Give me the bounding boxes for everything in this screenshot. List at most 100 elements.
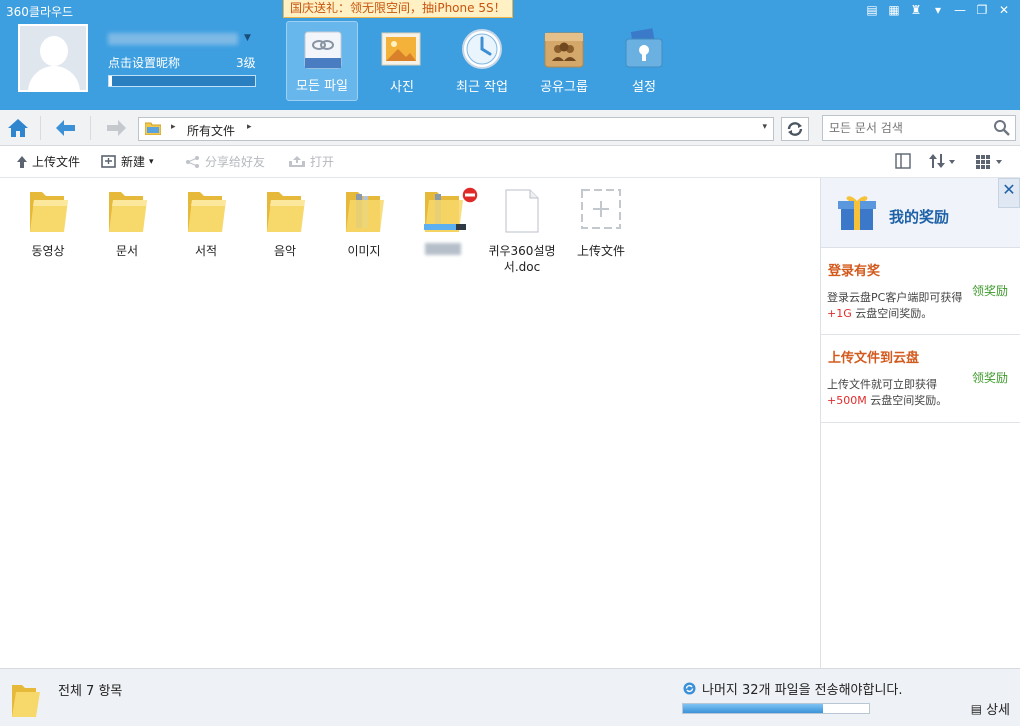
folder-icon bbox=[30, 192, 68, 232]
home-button[interactable] bbox=[0, 111, 36, 144]
breadcrumb[interactable]: 所有文件 bbox=[187, 122, 235, 139]
sync-icon bbox=[683, 682, 696, 695]
panel-layout-icon bbox=[895, 153, 911, 169]
back-arrow-icon bbox=[56, 120, 75, 136]
file-grid: 동영상 문서 서적 음악 이미지 퀴우360설명서.doc 上传文件 bbox=[0, 178, 820, 668]
file-item[interactable]: 동영상 bbox=[11, 186, 85, 259]
window-controls: ▤ ▦ ♜ ▾ — ❐ ✕ bbox=[864, 3, 1012, 17]
search-icon[interactable] bbox=[993, 119, 1011, 137]
rewards-title: 我的奖励 bbox=[889, 208, 950, 226]
file-item[interactable]: 이미지 bbox=[327, 186, 401, 259]
file-name: 퀴우360설명서.doc bbox=[488, 244, 556, 274]
upload-arrow-icon bbox=[17, 156, 27, 168]
shirt-icon[interactable]: ♜ bbox=[908, 3, 924, 17]
path-dropdown-icon[interactable]: ▾ bbox=[762, 122, 767, 132]
upload-label: 上传文件 bbox=[32, 155, 81, 169]
nav-share-group[interactable]: 공유그룹 bbox=[528, 21, 600, 101]
folder-with-documents-icon bbox=[346, 192, 384, 232]
restore-icon[interactable]: ❐ bbox=[974, 3, 990, 17]
breadcrumb-arrow-icon[interactable]: ▸ bbox=[247, 122, 252, 132]
home-icon bbox=[8, 119, 28, 137]
status-bar: 전체 7 항목 나머지 32개 파일을 전송해야합니다. ▤ 상세 bbox=[0, 668, 1020, 726]
path-field[interactable]: ▸ 所有文件 ▸ ▾ bbox=[138, 117, 774, 141]
sort-icon bbox=[929, 154, 955, 168]
minimize-icon[interactable]: — bbox=[952, 3, 968, 17]
file-name: 음악 bbox=[273, 244, 297, 258]
file-item-uploading[interactable] bbox=[406, 186, 480, 255]
file-name: 上传文件 bbox=[576, 244, 625, 258]
breadcrumb-arrow-icon[interactable]: ▸ bbox=[171, 122, 176, 132]
file-item[interactable]: 음악 bbox=[248, 186, 322, 259]
reward-item: 登录有奖 领奖励 登录云盘PC客户端即可获得 +1G 云盘空间奖励。 bbox=[821, 248, 1020, 335]
level-progress-bar bbox=[108, 75, 256, 87]
view-mode-button[interactable] bbox=[974, 152, 1008, 172]
new-folder-icon bbox=[101, 155, 116, 168]
photos-icon bbox=[381, 32, 421, 66]
open-button[interactable]: 打开 bbox=[288, 153, 334, 171]
username-blurred bbox=[108, 33, 238, 45]
close-icon[interactable]: ✕ bbox=[996, 3, 1012, 17]
reward-item: 上传文件到云盘 领奖励 上传文件就可立即获得 +500M 云盘空间奖励。 bbox=[821, 335, 1020, 423]
upload-file-tile[interactable]: 上传文件 bbox=[564, 186, 638, 259]
address-bar: ▸ 所有文件 ▸ ▾ bbox=[0, 110, 1020, 146]
grid-view-icon bbox=[976, 155, 1002, 169]
file-item[interactable]: 서적 bbox=[169, 186, 243, 259]
reward-description: 登录云盘PC客户端即可获得 +1G 云盘空间奖励。 bbox=[827, 291, 963, 320]
grid-icon[interactable]: ▦ bbox=[886, 3, 902, 17]
close-panel-icon[interactable]: ✕ bbox=[998, 178, 1020, 208]
settings-icon bbox=[625, 28, 663, 68]
chevron-down-icon: ▾ bbox=[149, 157, 154, 167]
share-label: 分享给好友 bbox=[205, 155, 266, 169]
open-label: 打开 bbox=[310, 155, 335, 169]
file-name: 서적 bbox=[194, 244, 218, 258]
nav-label: 사진 bbox=[390, 80, 414, 95]
app-title: 360클라우드 bbox=[6, 5, 74, 19]
all-files-icon bbox=[304, 31, 342, 69]
detail-button[interactable]: ▤ 상세 bbox=[970, 699, 1010, 719]
claim-reward-link[interactable]: 领奖励 bbox=[972, 282, 1008, 299]
back-button[interactable] bbox=[48, 111, 84, 144]
promo-banner[interactable]: 国庆送礼：领无限空间，抽iPhone 5S！ bbox=[283, 0, 513, 18]
upload-button[interactable]: 上传文件 bbox=[16, 153, 80, 171]
forward-button[interactable] bbox=[98, 111, 134, 144]
file-name-blurred bbox=[425, 243, 461, 255]
rewards-panel: 我的奖励 ✕ 登录有奖 领奖励 登录云盘PC客户端即可获得 +1G 云盘空间奖励… bbox=[820, 178, 1020, 668]
nav-recent[interactable]: 최근 작업 bbox=[446, 21, 518, 101]
list-icon: ▤ bbox=[970, 701, 983, 716]
note-icon[interactable]: ▤ bbox=[864, 3, 880, 17]
folder-icon bbox=[267, 192, 305, 232]
nav-settings[interactable]: 설정 bbox=[608, 21, 680, 101]
panel-toggle-button[interactable] bbox=[894, 152, 914, 172]
sync-progress-bar bbox=[682, 703, 870, 714]
file-name: 문서 bbox=[115, 244, 139, 258]
reward-title: 登录有奖 bbox=[828, 264, 881, 279]
add-file-icon bbox=[581, 189, 621, 229]
share-button[interactable]: 分享给好友 bbox=[185, 153, 265, 171]
sort-button[interactable] bbox=[928, 152, 958, 172]
rewards-header: 我的奖励 bbox=[821, 178, 1020, 248]
refresh-button[interactable] bbox=[781, 117, 809, 141]
nickname-prompt[interactable]: 点击设置昵称 bbox=[108, 54, 180, 71]
header-bar: 360클라우드 国庆送礼：领无限空间，抽iPhone 5S！ ▼ 点击设置昵称 … bbox=[0, 0, 1020, 110]
avatar[interactable] bbox=[18, 24, 88, 92]
nav-photos[interactable]: 사진 bbox=[366, 21, 438, 101]
menu-icon[interactable]: ▾ bbox=[930, 3, 946, 17]
file-item[interactable]: 문서 bbox=[90, 186, 164, 259]
new-button[interactable]: 新建 ▾ bbox=[101, 153, 154, 171]
reward-title: 上传文件到云盘 bbox=[828, 351, 920, 366]
user-menu-caret-icon[interactable]: ▼ bbox=[244, 33, 251, 43]
reward-description: 上传文件就可立即获得 +500M 云盘空间奖励。 bbox=[827, 378, 948, 407]
file-item[interactable]: 퀴우360설명서.doc bbox=[485, 186, 559, 275]
remove-badge-icon[interactable] bbox=[461, 186, 479, 204]
search-field[interactable] bbox=[822, 115, 1016, 141]
sync-status-text: 나머지 32개 파일을 전송해야합니다. bbox=[702, 683, 903, 698]
detail-label: 상세 bbox=[986, 703, 1010, 718]
nav-label: 공유그룹 bbox=[540, 80, 588, 95]
open-icon bbox=[289, 156, 305, 167]
gift-icon bbox=[838, 196, 876, 230]
search-input[interactable] bbox=[829, 119, 989, 137]
nav-all-files[interactable]: 모든 파일 bbox=[286, 21, 358, 101]
nav-label: 모든 파일 bbox=[296, 79, 348, 94]
toolbar: 上传文件 新建 ▾ 分享给好友 打开 bbox=[0, 146, 1020, 178]
claim-reward-link[interactable]: 领奖励 bbox=[972, 369, 1008, 386]
